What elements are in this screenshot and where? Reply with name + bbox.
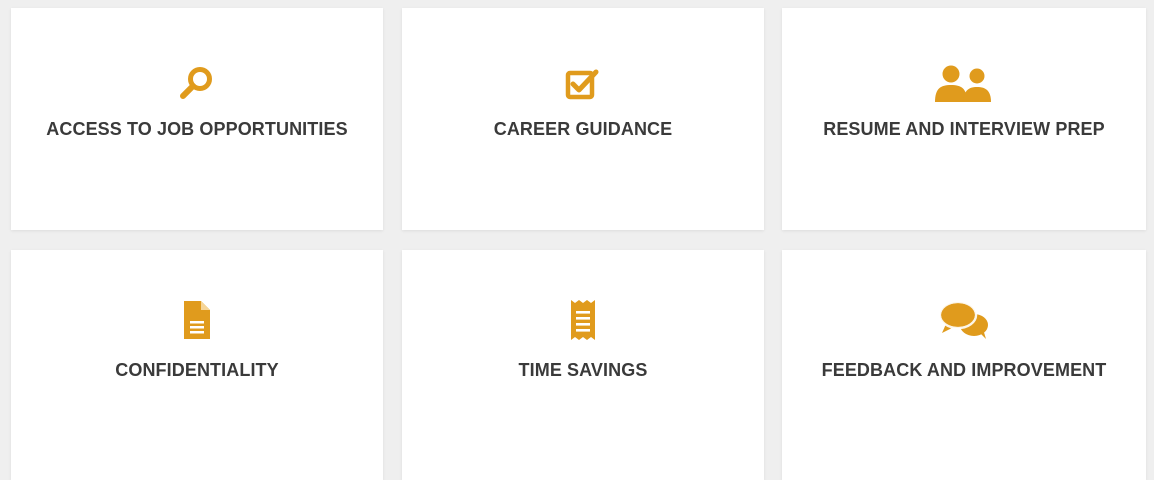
feature-title: CAREER GUIDANCE (493, 119, 673, 139)
feature-card-job-opportunities: ACCESS TO JOB OPPORTUNITIES (11, 8, 383, 230)
feature-card-resume-interview: RESUME AND INTERVIEW PREP (782, 8, 1146, 230)
document-icon (182, 298, 212, 342)
users-icon (933, 63, 995, 105)
feature-title: ACCESS TO JOB OPPORTUNITIES (46, 119, 348, 139)
feature-title: FEEDBACK AND IMPROVEMENT (821, 360, 1107, 380)
receipt-icon (568, 298, 598, 342)
feature-card-time-savings: TIME SAVINGS (402, 250, 764, 480)
checked-box-icon (563, 63, 603, 105)
feature-card-career-guidance: CAREER GUIDANCE (402, 8, 764, 230)
search-icon (177, 63, 217, 105)
chat-bubbles-icon (936, 298, 992, 342)
feature-title: CONFIDENTIALITY (115, 360, 279, 380)
feature-card-confidentiality: CONFIDENTIALITY (11, 250, 383, 480)
feature-title: TIME SAVINGS (518, 360, 648, 380)
feature-title: RESUME AND INTERVIEW PREP (823, 119, 1105, 139)
feature-card-feedback: FEEDBACK AND IMPROVEMENT (782, 250, 1146, 480)
